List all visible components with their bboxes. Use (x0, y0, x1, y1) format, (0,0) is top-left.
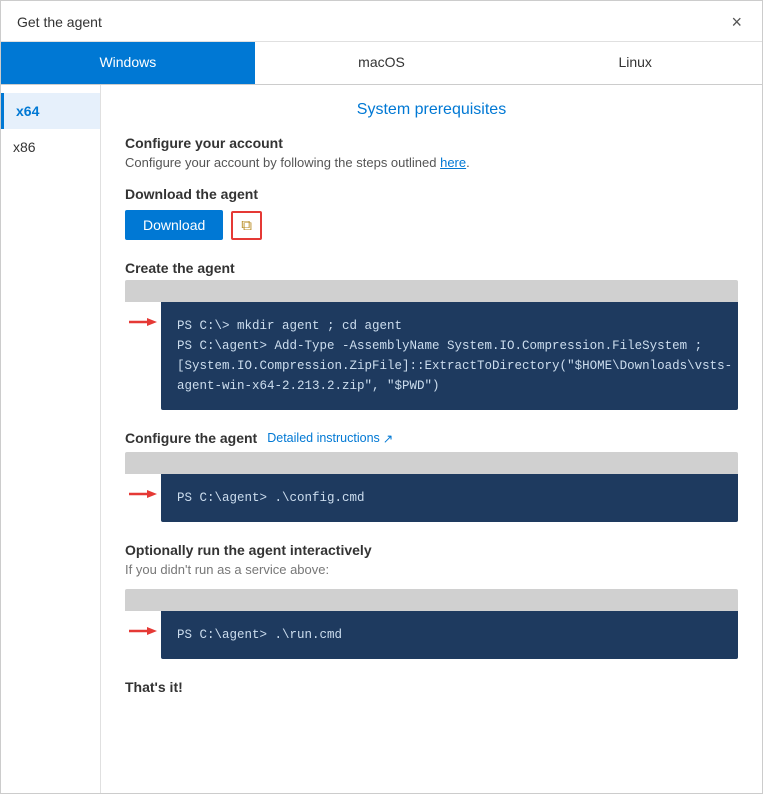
run-arrow-indicator (125, 611, 161, 639)
sidebar: x64 x86 (1, 85, 101, 793)
configure-agent-heading: Configure the agent (125, 430, 257, 446)
create-agent-heading: Create the agent (125, 260, 738, 276)
configure-account-heading: Configure your account (125, 135, 738, 151)
arrow-right-icon-3 (129, 623, 157, 639)
tab-bar: Windows macOS Linux (1, 42, 762, 85)
configure-arrow-row: PS C:\agent> .\config.cmd (125, 474, 738, 522)
download-section: Download the agent Download ⧉ (125, 186, 738, 240)
run-agent-code: PS C:\agent> .\run.cmd (161, 611, 738, 659)
dialog: Get the agent × Windows macOS Linux x64 … (0, 0, 763, 794)
create-arrow-row: PS C:\> mkdir agent ; cd agent PS C:\age… (125, 302, 738, 410)
code-block-header-create (125, 280, 738, 302)
create-arrow-indicator (125, 302, 161, 330)
copy-icon: ⧉ (241, 217, 252, 234)
configure-agent-code: PS C:\agent> .\config.cmd (161, 474, 738, 522)
dialog-title: Get the agent (17, 14, 102, 30)
optional-text: If you didn't run as a service above: (125, 562, 738, 577)
download-button[interactable]: Download (125, 210, 223, 240)
create-agent-code-block: PS C:\> mkdir agent ; cd agent PS C:\age… (125, 280, 738, 410)
configure-agent-code-block: PS C:\agent> .\config.cmd (125, 452, 738, 522)
run-arrow-row: PS C:\agent> .\run.cmd (125, 611, 738, 659)
code-block-header-configure (125, 452, 738, 474)
run-agent-code-block: PS C:\agent> .\run.cmd (125, 589, 738, 659)
configure-agent-heading-row: Configure the agent Detailed instruction… (125, 430, 738, 446)
section-title: System prerequisites (125, 101, 738, 119)
tab-windows[interactable]: Windows (1, 42, 255, 84)
thats-it: That's it! (125, 679, 738, 695)
detailed-instructions-link[interactable]: Detailed instructions ↗ (267, 431, 393, 446)
content-area: System prerequisites Configure your acco… (101, 85, 762, 793)
configure-arrow-indicator (125, 474, 161, 502)
arrow-right-icon-2 (129, 486, 157, 502)
create-agent-code: PS C:\> mkdir agent ; cd agent PS C:\age… (161, 302, 738, 410)
configure-account-text: Configure your account by following the … (125, 155, 738, 170)
sidebar-item-x64[interactable]: x64 (1, 93, 100, 129)
download-agent-heading: Download the agent (125, 186, 738, 202)
arrow-right-icon (129, 314, 157, 330)
close-button[interactable]: × (727, 11, 746, 33)
configure-account-link[interactable]: here (440, 155, 466, 170)
copy-button[interactable]: ⧉ (231, 211, 262, 240)
optional-heading: Optionally run the agent interactively (125, 542, 738, 558)
external-link-icon: ↗ (383, 431, 393, 446)
title-bar: Get the agent × (1, 1, 762, 42)
tab-macos[interactable]: macOS (255, 42, 509, 84)
code-block-header-run (125, 589, 738, 611)
main-content: x64 x86 System prerequisites Configure y… (1, 85, 762, 793)
download-row: Download ⧉ (125, 210, 738, 240)
sidebar-item-x86[interactable]: x86 (1, 129, 100, 165)
tab-linux[interactable]: Linux (508, 42, 762, 84)
